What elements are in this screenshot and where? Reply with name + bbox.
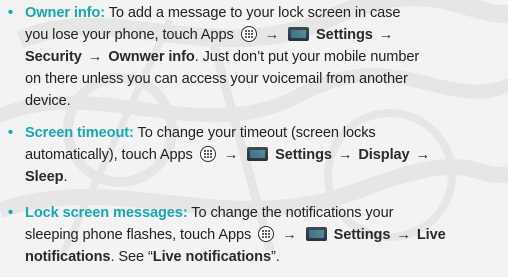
settings-label: Settings [333,227,391,243]
lock-screen-messages-text-line-4: ”. [270,249,280,265]
notifications-label: notifications [25,249,111,265]
arrow-icon: → [87,49,103,65]
arrow-icon: → [396,227,411,243]
screen-timeout-text-line-1: To change your timeout (screen locks [137,125,376,141]
lock-screen-messages-text-line-2: sleeping phone flashes, touch Apps [25,227,252,243]
owner-info-text-line-1: To add a message to your lock screen in … [108,5,401,21]
settings-icon [288,27,310,41]
security-label: Security [25,49,82,65]
apps-icon [199,146,216,162]
settings-icon [247,147,269,161]
live-notifications-link[interactable]: Live notifications [153,249,271,265]
settings-label: Settings [316,27,373,43]
screen-timeout-term: Screen timeout: [25,125,134,141]
display-label: Display [358,147,410,163]
owner-info-text-line-5: device. [25,93,71,109]
arrow-icon: → [264,27,280,43]
owner-info-text-line-4: on there unless you can access your voic… [25,71,408,87]
arrow-icon: → [282,227,297,243]
sleep-label: Sleep [25,169,64,185]
lock-screen-messages-term: Lock screen messages: [25,205,188,221]
settings-icon [305,227,327,241]
arrow-icon: → [223,147,239,163]
owner-info-text-line-2: you lose your phone, touch Apps [25,27,234,43]
lock-screen-messages-text-line-3: . See “ [110,249,153,265]
screen-timeout-item: • Screen timeout: To change your timeout … [8,122,500,188]
screen-timeout-text-line-2: automatically), touch Apps [25,147,193,163]
settings-label: Settings [275,147,332,163]
bullet-marker: • [8,125,14,141]
bullet-marker: • [8,205,14,221]
arrow-icon: → [415,147,431,163]
arrow-icon: → [337,147,353,163]
apps-icon [240,26,257,42]
owner-info-item: • Owner info: To add a message to your lo… [8,2,500,112]
lock-screen-messages-text-line-1: To change the notifications your [191,205,394,221]
bullet-marker: • [8,5,14,21]
owner-info-text-line-3: . Just don’t put your mobile number [194,49,420,65]
live-label: Live [416,227,446,243]
apps-icon [258,226,275,242]
arrow-icon: → [378,27,394,43]
screen-timeout-text-line-3: . [63,169,68,185]
owner-info-label: Ownwer info [108,49,195,65]
owner-info-term: Owner info: [25,5,105,21]
lock-screen-messages-item: • Lock screen messages: To change the not… [8,202,500,268]
help-page: • Owner info: To add a message to your lo… [0,0,508,277]
